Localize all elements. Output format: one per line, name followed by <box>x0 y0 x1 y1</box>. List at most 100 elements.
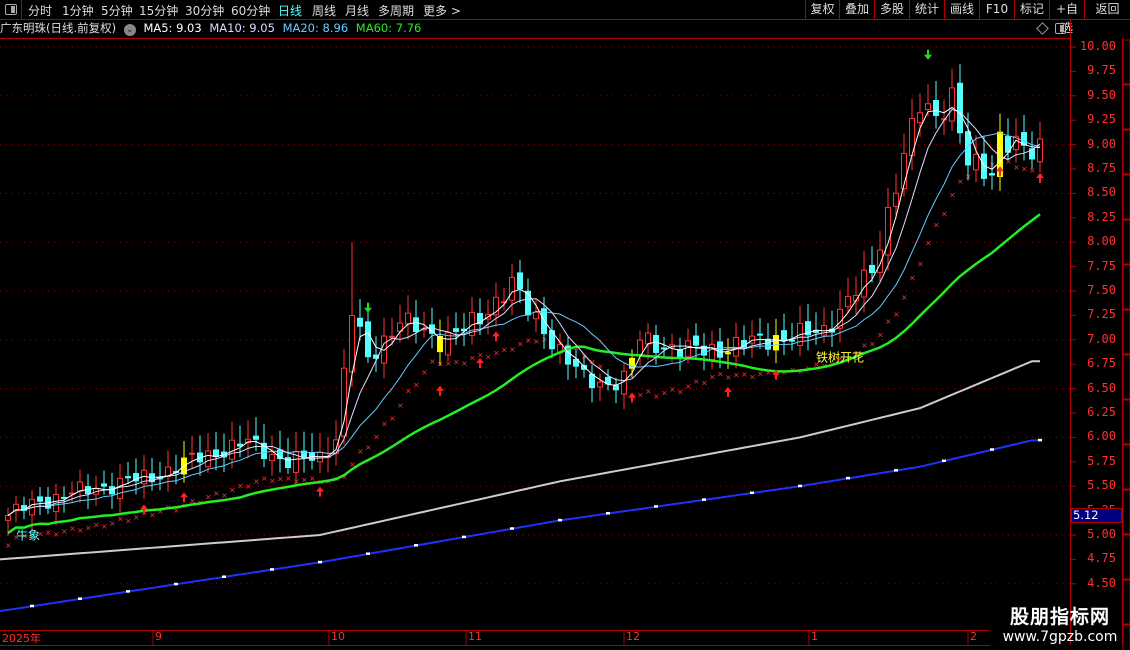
long-ma-gray-line <box>0 360 1040 561</box>
sar-marker: × <box>749 372 756 381</box>
price-tick-label: 6.50 <box>1087 380 1116 395</box>
sar-marker: × <box>661 389 668 398</box>
sar-marker: × <box>397 401 404 410</box>
candle-body <box>405 312 411 325</box>
candle-body <box>357 317 363 327</box>
long-ma-blue-line <box>0 439 1040 613</box>
candlestick-chart[interactable]: ×× × × × × × × × × × × × ×× × × × × × ××× ×× × ×× × ×× × × × × × × × × ×… <box>0 0 1130 650</box>
candle-body <box>957 82 963 134</box>
sar-marker: × <box>893 310 900 319</box>
sar-marker: × <box>261 474 268 483</box>
ma-marker <box>222 575 226 578</box>
sar-marker: × <box>909 273 916 282</box>
price-tick-label: 10.00 <box>1079 39 1116 53</box>
sar-marker: × <box>901 293 908 302</box>
ma-marker <box>318 560 322 564</box>
candle-body <box>709 343 715 361</box>
side-panel-cell <box>1122 399 1130 445</box>
sar-marker: × <box>469 353 476 362</box>
sar-marker: × <box>277 475 284 484</box>
ma-marker <box>174 582 178 586</box>
sar-marker: × <box>85 523 92 532</box>
date-label: 9 <box>155 630 162 643</box>
price-tick-label: 6.25 <box>1087 405 1116 419</box>
ma-marker <box>990 448 994 451</box>
candle-body <box>989 173 995 176</box>
candle-body <box>661 347 667 350</box>
candle-body <box>733 336 739 357</box>
candle-body <box>429 324 435 334</box>
date-label: 12 <box>626 630 640 643</box>
sar-marker: × <box>93 520 100 529</box>
candle-body <box>237 443 243 447</box>
sar-marker: × <box>45 528 52 537</box>
ma-marker <box>1038 438 1042 442</box>
candle-body <box>541 308 547 335</box>
sar-marker: × <box>245 482 252 491</box>
candle-body <box>925 103 931 111</box>
candle-body <box>365 321 371 358</box>
sar-marker: × <box>69 524 76 533</box>
sar-marker: × <box>149 511 156 520</box>
candle-body <box>117 477 123 500</box>
candle-body <box>349 315 355 373</box>
sar-marker: × <box>669 385 676 394</box>
sar-marker: × <box>101 522 108 531</box>
price-tick-label: 4.50 <box>1087 575 1116 590</box>
sar-marker: × <box>117 514 124 523</box>
side-panel-cell <box>1122 219 1130 265</box>
price-tick-label: 8.75 <box>1087 161 1116 175</box>
side-panel-cell <box>1122 489 1130 535</box>
sar-marker: × <box>461 359 468 368</box>
sar-marker: × <box>389 414 396 423</box>
ma5-line <box>7 106 1041 516</box>
price-tick-label: 4.75 <box>1087 551 1116 566</box>
price-tick-label: 9.00 <box>1087 136 1116 151</box>
sar-marker: × <box>413 380 420 389</box>
sar-marker: × <box>925 239 932 248</box>
date-label: 10 <box>331 630 345 643</box>
price-tick-label: 8.25 <box>1087 209 1116 224</box>
candle-body <box>453 328 459 332</box>
sar-marker: × <box>693 377 700 386</box>
sar-marker: × <box>381 420 388 429</box>
side-panel-cell <box>1122 39 1130 85</box>
ma-marker <box>126 590 130 593</box>
sar-marker: × <box>61 527 68 536</box>
candle-body <box>5 514 11 521</box>
sar-marker: × <box>645 387 652 396</box>
sar-marker: × <box>877 330 884 339</box>
sar-marker: × <box>637 390 644 399</box>
sar-marker: × <box>229 486 236 495</box>
sar-marker: × <box>861 341 868 350</box>
candle-body <box>253 435 259 440</box>
candle-body <box>213 449 219 458</box>
candle-body <box>125 476 131 479</box>
sar-marker: × <box>5 541 12 550</box>
sar-marker: × <box>933 220 940 229</box>
sar-marker: × <box>733 371 740 380</box>
sar-marker: × <box>53 530 60 539</box>
ma10-line <box>7 108 1041 516</box>
ma-marker <box>462 535 466 539</box>
sar-marker: × <box>917 260 924 269</box>
candle-body <box>845 295 851 308</box>
side-panel-cell <box>1122 264 1130 310</box>
price-tick-label: 8.00 <box>1087 234 1116 249</box>
ma-marker <box>414 544 418 547</box>
sar-marker: × <box>869 340 876 349</box>
candle-body <box>693 335 699 346</box>
sar-marker: × <box>205 493 212 502</box>
sar-marker: × <box>285 474 292 483</box>
candle-body <box>509 276 515 301</box>
candle-body <box>765 338 771 350</box>
ma-marker <box>558 518 562 522</box>
sar-marker: × <box>957 177 964 186</box>
candle-body <box>77 481 83 492</box>
candle-body <box>949 87 955 122</box>
price-tick-label: 5.00 <box>1087 527 1116 541</box>
date-label: 2025年 <box>2 632 41 645</box>
sar-marker: × <box>213 489 220 498</box>
side-panel-cell <box>1122 309 1130 355</box>
price-tick-label: 7.75 <box>1087 258 1116 273</box>
